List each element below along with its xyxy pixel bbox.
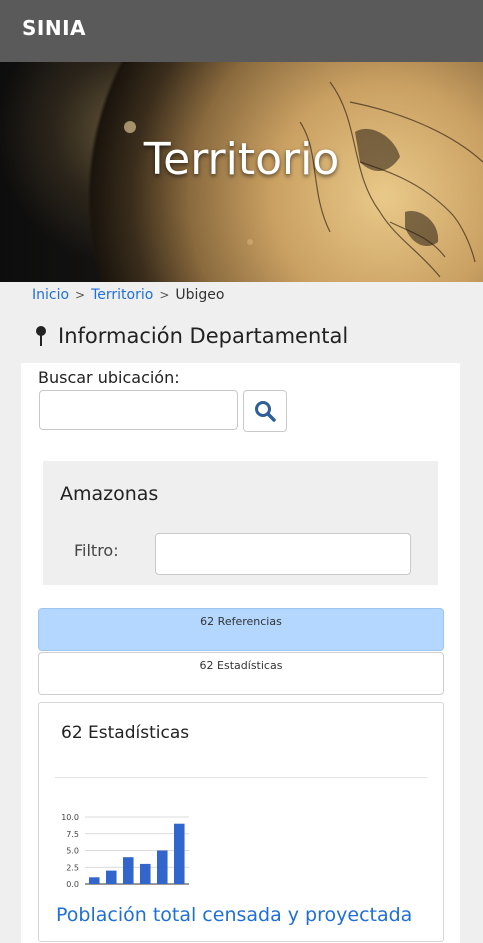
- breadcrumb-separator: >: [159, 288, 170, 302]
- chart-bar: [174, 823, 185, 884]
- chart-y-tick-label: 0.0: [66, 880, 79, 889]
- breadcrumb-home-link[interactable]: Inicio: [32, 287, 69, 303]
- divider: [55, 777, 427, 778]
- filter-input[interactable]: [155, 533, 411, 575]
- filter-label: Filtro:: [74, 541, 119, 560]
- search-input[interactable]: [39, 390, 238, 430]
- breadcrumb-territorio-link[interactable]: Territorio: [91, 287, 153, 303]
- tab-referencias[interactable]: 62 Referencias: [38, 608, 444, 651]
- search-label: Buscar ubicación:: [38, 368, 180, 387]
- chart-bar: [157, 850, 168, 884]
- breadcrumb-current: Ubigeo: [175, 287, 225, 303]
- chart-bar: [106, 870, 117, 884]
- department-name: Amazonas: [60, 483, 159, 505]
- bar-chart[interactable]: 10.0 7.5 5.0 2.5 0.0: [55, 808, 205, 890]
- section-title: Información Departamental: [58, 324, 349, 348]
- hero-title: Territorio: [143, 134, 340, 185]
- breadcrumb-separator: >: [75, 288, 86, 302]
- chart-bar: [140, 863, 151, 884]
- search-icon: [255, 401, 276, 422]
- chart-y-tick-label: 2.5: [66, 863, 79, 872]
- chart-y-tick-label: 5.0: [66, 847, 79, 856]
- card-title: 62 Estadísticas: [61, 723, 190, 743]
- hero-banner: Territorio: [0, 62, 483, 282]
- chart-y-tick-label: 7.5: [66, 830, 79, 839]
- map-pin-icon: [36, 326, 46, 346]
- chart-bar: [123, 857, 134, 884]
- search-button[interactable]: [243, 390, 287, 432]
- top-bar: SINIA: [0, 0, 483, 62]
- brand-logo[interactable]: SINIA: [22, 16, 86, 40]
- chart-title-link[interactable]: Población total censada y proyectada: [56, 904, 412, 926]
- tab-estadisticas[interactable]: 62 Estadísticas: [38, 652, 444, 695]
- chart-bar: [89, 877, 100, 884]
- breadcrumb: Inicio > Territorio > Ubigeo: [32, 287, 224, 303]
- chart-y-tick-label: 10.0: [61, 813, 79, 822]
- section-heading: Información Departamental: [34, 324, 348, 348]
